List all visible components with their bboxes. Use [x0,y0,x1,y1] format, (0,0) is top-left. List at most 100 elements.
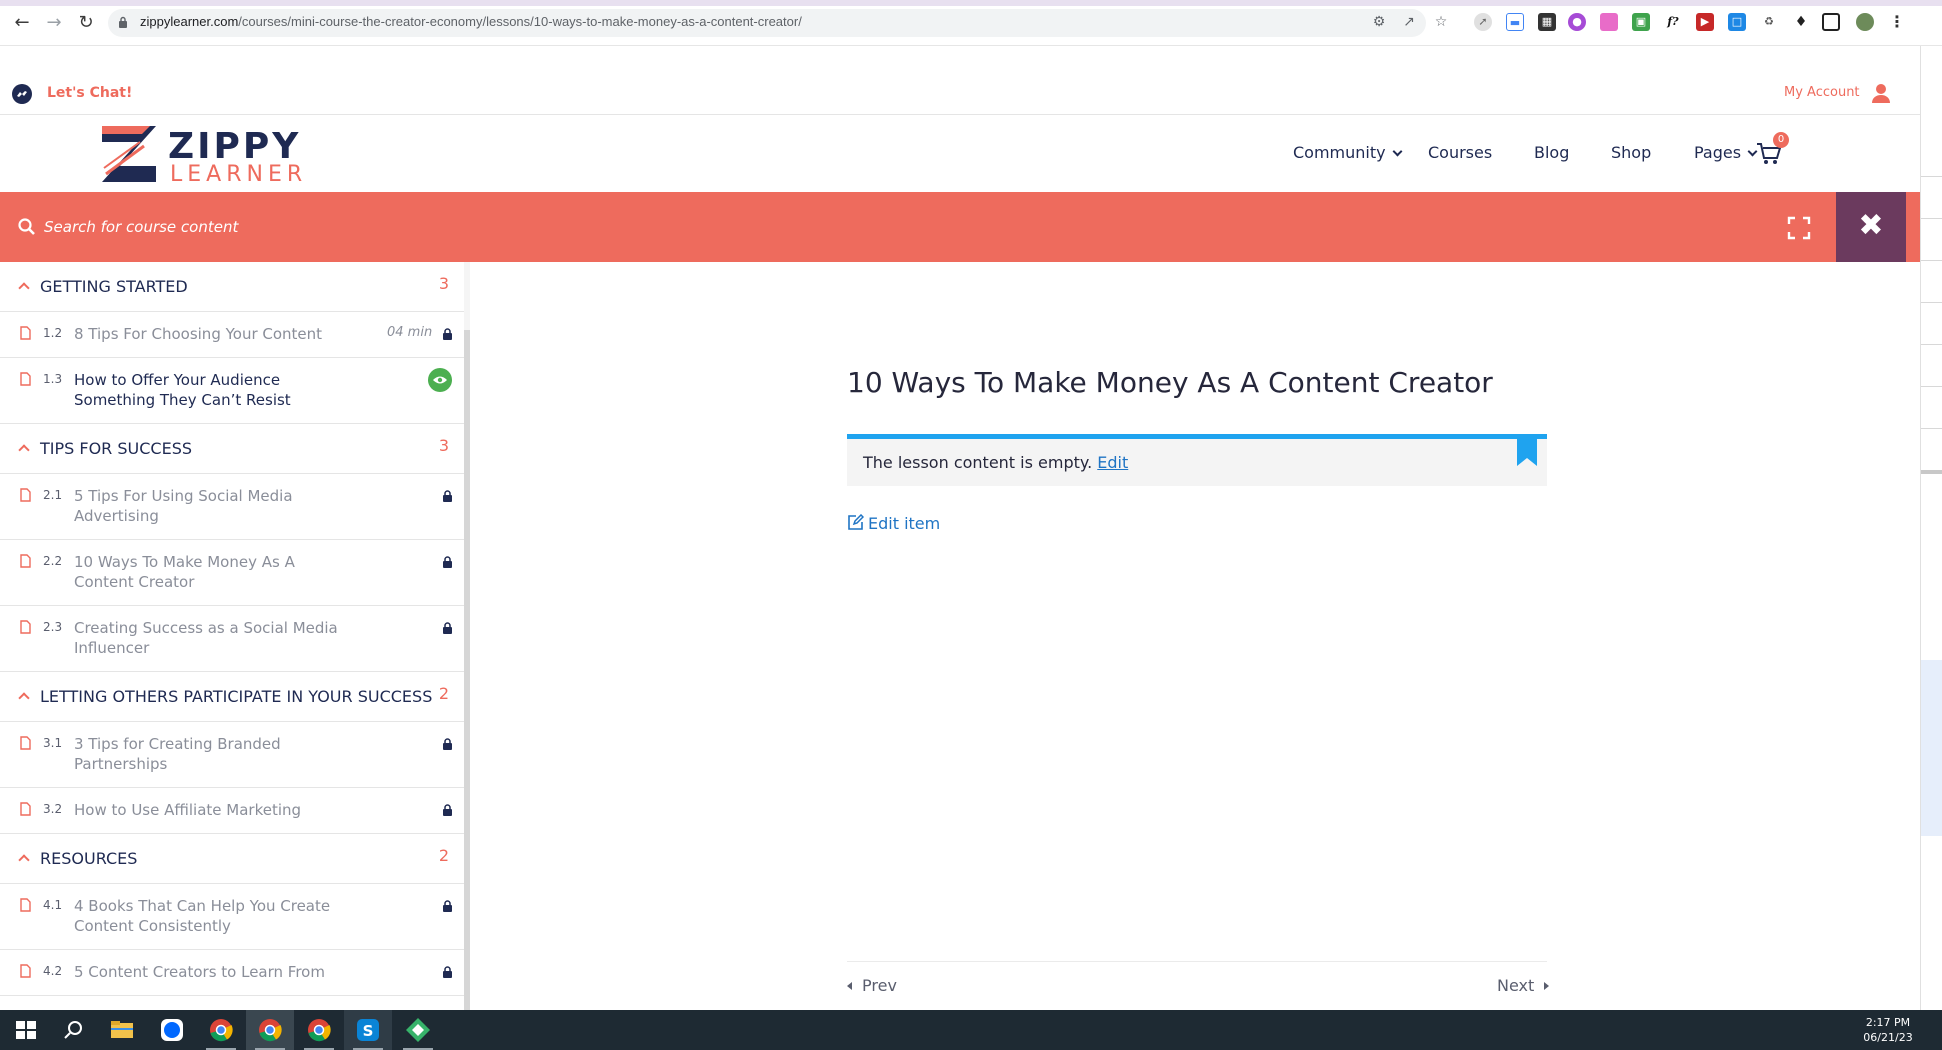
next-lesson-link[interactable]: Next [1497,976,1550,995]
lesson-duration: 04 min [387,325,433,340]
lesson-title: 3 Tips for Creating Branded Partnerships [74,735,281,773]
green-app-icon[interactable] [404,1016,432,1044]
windows-taskbar: S 2:17 PM 06/21/23 [0,1010,1942,1050]
extension-formula-icon[interactable]: f? [1664,13,1682,31]
extension-recycle-icon[interactable]: ♻ [1760,13,1778,31]
translate-icon[interactable]: ⚙ [1370,13,1388,31]
section-lesson-count: 2 [438,846,449,865]
lesson-number: 2.3 [43,620,63,634]
document-icon [20,554,31,568]
address-url[interactable]: zippylearner.com/courses/mini-course-the… [140,14,802,29]
back-icon[interactable]: ← [10,12,34,34]
extension-green-icon[interactable]: ▣ [1632,13,1650,31]
search-icon[interactable] [60,1016,88,1044]
nav-shop[interactable]: Shop [1611,143,1651,162]
lesson-item[interactable]: 3.1 3 Tips for Creating Branded Partners… [0,722,469,788]
nav-pages[interactable]: Pages [1694,143,1758,162]
lesson-title: 5 Content Creators to Learn From [74,963,325,981]
lesson-item[interactable]: 2.3 Creating Success as a Social Media I… [0,606,469,672]
lesson-item[interactable]: 4.1 4 Books That Can Help You Create Con… [0,884,469,950]
fullscreen-icon[interactable] [1787,216,1811,240]
zalo-icon[interactable] [158,1016,186,1044]
nav-blog[interactable]: Blog [1534,143,1569,162]
close-course-button[interactable]: ✖ [1836,192,1906,262]
edge-divider [1921,218,1942,219]
edge-divider [1921,470,1942,474]
chrome-icon[interactable] [305,1016,333,1044]
course-search-input[interactable] [44,214,644,240]
edge-divider [1921,428,1942,429]
caret-left-icon [847,982,852,990]
extension-doc-icon[interactable]: ▬ [1506,13,1524,31]
pager-divider [847,961,1547,962]
extensions-puzzle-icon[interactable]: ♦ [1792,13,1810,31]
lesson-item[interactable]: 1.3 How to Offer Your Audience Something… [0,358,469,424]
lesson-number: 1.3 [43,372,63,386]
extension-color-icon[interactable]: ● [1568,13,1586,31]
lesson-item[interactable]: 1.2 8 Tips For Choosing Your Content 04 … [0,312,469,358]
extension-blue-icon[interactable]: □ [1728,13,1746,31]
edit-item-link[interactable]: Edit item [847,512,940,533]
sidebar-scrollbar-thumb[interactable] [464,330,470,1010]
document-icon [20,898,31,912]
nav-courses[interactable]: Courses [1428,143,1492,162]
section-title: TIPS FOR SUCCESS [40,439,193,458]
lesson-item[interactable]: 4.2 5 Content Creators to Learn From [0,950,469,996]
lets-chat-link[interactable]: Let's Chat! [47,85,132,101]
lesson-title: 5 Tips For Using Social Media Advertisin… [74,487,293,525]
curriculum-section[interactable]: LETTING OTHERS PARTICIPATE IN YOUR SUCCE… [0,672,469,722]
edge-divider [1921,302,1942,303]
site-logo[interactable]: ZIPPY LEARNER [100,124,310,187]
extension-red-icon[interactable]: ▶ [1696,13,1714,31]
lesson-heading: 10 Ways To Make Money As A Content Creat… [847,366,1493,399]
bookmark-star-icon[interactable]: ☆ [1432,13,1450,31]
share-icon[interactable]: ↗ [1400,13,1418,31]
svg-text:S: S [363,1022,374,1040]
browser-menu-icon[interactable]: ⋮ [1888,13,1906,31]
curriculum-section[interactable]: TIPS FOR SUCCESS 3 [0,424,469,474]
edit-item-label: Edit item [868,514,941,533]
extension-grid-icon[interactable]: ▦ [1538,13,1556,31]
forward-icon[interactable]: → [42,12,66,34]
lesson-item[interactable]: 2.2 10 Ways To Make Money As A Content C… [0,540,469,606]
skype-icon[interactable]: S [354,1016,382,1044]
extension-compass-icon[interactable]: ➚ [1474,13,1492,31]
side-panel-icon[interactable] [1822,13,1840,31]
lesson-item[interactable]: 2.1 5 Tips For Using Social Media Advert… [0,474,469,540]
edit-icon [848,513,865,530]
extension-gradient-icon[interactable] [1600,13,1618,31]
logo-text-learner: LEARNER [170,162,308,187]
file-explorer-icon[interactable] [108,1016,136,1044]
lock-icon [443,966,452,978]
nav-community[interactable]: Community [1293,143,1403,162]
lesson-number: 4.1 [43,898,63,912]
chrome-icon[interactable] [207,1016,235,1044]
lesson-item[interactable]: 3.2 How to Use Affiliate Marketing [0,788,469,834]
document-icon [20,802,31,816]
document-icon [20,488,31,502]
curriculum-section[interactable]: GETTING STARTED 3 [0,262,469,312]
adjacent-window-edge [1920,46,1942,1010]
reload-icon[interactable]: ↻ [74,12,98,34]
lesson-title: 10 Ways To Make Money As A Content Creat… [74,553,295,591]
user-icon[interactable] [1870,82,1892,104]
caret-right-icon [1544,982,1550,990]
profile-avatar-icon[interactable] [1856,13,1874,31]
system-clock[interactable]: 2:17 PM 06/21/23 [1850,1015,1926,1045]
windows-start-icon[interactable] [12,1016,40,1044]
edge-highlight [1921,660,1942,836]
padlock-icon [119,16,127,28]
curriculum-section[interactable]: RESOURCES 2 [0,834,469,884]
nav-community-label: Community [1293,143,1386,162]
site-header: ZIPPY LEARNER Community Courses Blog Sho… [0,116,1920,192]
lesson-number: 3.2 [43,802,63,816]
messenger-icon[interactable] [12,84,32,104]
lesson-content: 10 Ways To Make Money As A Content Creat… [471,262,1920,1010]
edge-divider [1921,176,1942,177]
my-account-link[interactable]: My Account [1784,85,1860,100]
chrome-icon[interactable] [256,1016,284,1044]
notice-edit-link[interactable]: Edit [1097,453,1128,472]
section-title: GETTING STARTED [40,277,188,296]
section-lesson-count: 3 [438,274,449,293]
prev-lesson-link[interactable]: Prev [847,976,897,995]
